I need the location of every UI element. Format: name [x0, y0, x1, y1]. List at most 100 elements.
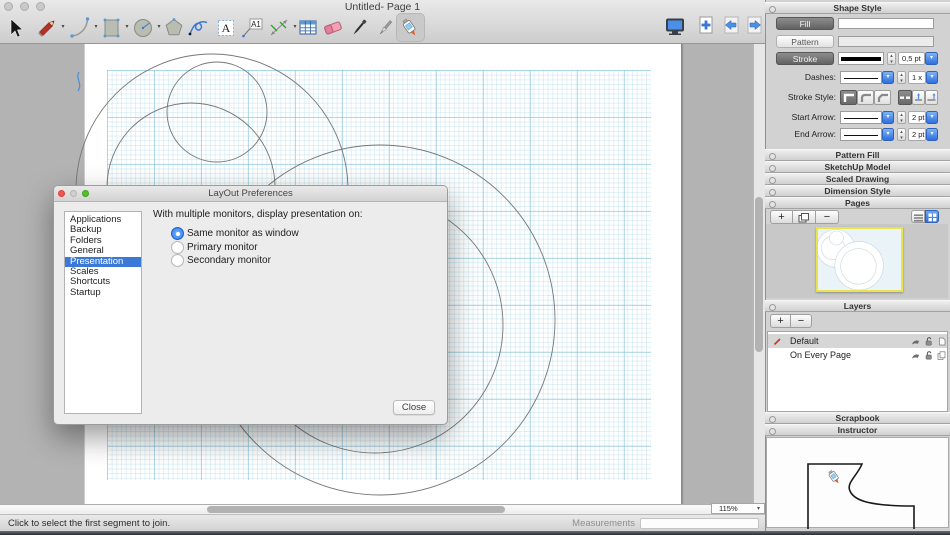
select-tool-button[interactable]	[3, 15, 29, 41]
start-arrow-size-dropdown[interactable]: ▾	[926, 111, 938, 124]
duplicate-page-button[interactable]	[793, 210, 816, 224]
stroke-join-round-button[interactable]	[857, 90, 874, 105]
pattern-fill-title: Pattern Fill	[836, 150, 880, 160]
layer-share-icon[interactable]	[911, 352, 920, 360]
dashes-dropdown[interactable]: ▾	[882, 71, 894, 84]
end-arrow-dropdown[interactable]: ▾	[882, 128, 894, 141]
pen-style-tool-button[interactable]	[372, 15, 398, 41]
circle-tool-button[interactable]	[130, 15, 156, 41]
layer-unlocked-icon[interactable]	[925, 351, 933, 360]
layer-share-icon[interactable]	[911, 338, 920, 346]
next-page-button[interactable]	[745, 15, 765, 37]
scrapbook-header[interactable]: Scrapbook	[765, 412, 950, 424]
radio-primary-monitor[interactable]	[171, 241, 184, 254]
page-grid-view-button[interactable]	[925, 210, 939, 223]
stroke-join-bevel-button[interactable]	[874, 90, 891, 105]
dashes-preview[interactable]	[840, 71, 882, 84]
dialog-zoom-button[interactable]	[82, 190, 89, 197]
add-layer-button[interactable]: +	[770, 314, 791, 328]
stroke-width-dropdown[interactable]: ▾	[925, 52, 938, 65]
end-arrow-size-dropdown[interactable]: ▾	[926, 128, 938, 141]
start-arrow-preview[interactable]	[840, 111, 882, 124]
pattern-button[interactable]: Pattern	[776, 35, 834, 48]
horizontal-scrollbar[interactable]	[0, 504, 765, 514]
horizontal-scrollbar-thumb[interactable]	[207, 506, 505, 513]
dashes-scale-dropdown[interactable]: ▾	[926, 71, 938, 84]
window-zoom-button[interactable]	[36, 2, 45, 11]
dialog-close-button[interactable]	[58, 190, 65, 197]
table-tool-button[interactable]	[295, 15, 321, 41]
dashes-scale-value[interactable]: 1 x	[908, 71, 926, 84]
dimension-tool-button[interactable]	[266, 15, 292, 41]
window-close-button[interactable]	[4, 2, 13, 11]
measurements-input[interactable]	[640, 518, 759, 529]
rectangle-tool-button[interactable]	[99, 15, 125, 41]
vertical-scrollbar-thumb[interactable]	[755, 197, 763, 352]
erase-tool-button[interactable]	[320, 15, 346, 41]
pages-header[interactable]: Pages	[765, 197, 950, 209]
layer-single-page-icon[interactable]	[938, 337, 946, 346]
previous-page-button[interactable]	[721, 15, 741, 37]
window-minimize-button[interactable]	[20, 2, 29, 11]
freehand-tool-button[interactable]	[186, 15, 212, 41]
stroke-button[interactable]: Stroke	[776, 52, 834, 65]
add-page-button[interactable]	[696, 15, 716, 37]
add-page-list-button[interactable]: +	[770, 210, 793, 224]
page-list-view-button[interactable]	[911, 210, 925, 223]
start-arrow-size[interactable]: 2 pt	[908, 111, 926, 124]
stroke-preview-well[interactable]	[838, 52, 884, 65]
circle-icon	[130, 15, 156, 41]
layers-header[interactable]: Layers	[765, 300, 950, 312]
stroke-cap-round-button[interactable]	[912, 90, 925, 105]
measurements-label: Measurements	[540, 515, 635, 532]
radio-same-monitor[interactable]	[171, 227, 184, 240]
stroke-join-miter-button[interactable]	[840, 90, 857, 105]
start-presentation-button[interactable]	[664, 17, 686, 37]
close-button[interactable]: Close	[393, 400, 435, 415]
pattern-fill-header[interactable]: Pattern Fill	[765, 149, 950, 161]
rectangle-icon	[99, 15, 125, 41]
dashes-stepper[interactable]: ▴▾	[897, 71, 906, 84]
line-tool-dropdown-arrow[interactable]: ▾	[59, 23, 67, 31]
start-arrow-stepper[interactable]: ▴▾	[897, 111, 906, 124]
fill-button[interactable]: Fill	[776, 17, 834, 30]
end-arrow-preview[interactable]	[840, 128, 882, 141]
layer-row-on-every-page[interactable]: On Every Page	[768, 348, 947, 362]
polygon-tool-button[interactable]	[161, 15, 187, 41]
dialog-minimize-button[interactable]	[70, 190, 77, 197]
scaled-drawing-header[interactable]: Scaled Drawing	[765, 173, 950, 185]
layer-unlocked-icon[interactable]	[925, 337, 933, 346]
pattern-well[interactable]	[838, 36, 934, 47]
join-tool-button[interactable]	[397, 15, 423, 41]
stroke-width-value[interactable]: 0,5 pt	[898, 52, 925, 65]
end-arrow-stepper[interactable]: ▴▾	[897, 128, 906, 141]
end-arrow-size[interactable]: 2 pt	[908, 128, 926, 141]
start-arrow-dropdown[interactable]: ▾	[882, 111, 894, 124]
page-thumbnail[interactable]	[816, 227, 903, 292]
layer-all-pages-icon[interactable]	[937, 351, 946, 360]
dimension-style-header[interactable]: Dimension Style	[765, 185, 950, 197]
stroke-cap-butt-button[interactable]	[898, 90, 912, 105]
instructor-header[interactable]: Instructor	[765, 424, 950, 436]
preferences-category-list[interactable]: Applications Backup Folders General Pres…	[64, 211, 142, 414]
zoom-control[interactable]: 115% ▾	[711, 503, 765, 514]
style-tool-button[interactable]	[346, 15, 372, 41]
delete-page-button[interactable]: −	[816, 210, 839, 224]
label-tool-button[interactable]: A1	[239, 15, 265, 41]
text-tool-button[interactable]: A	[213, 15, 239, 41]
layer-row-default[interactable]: Default	[768, 334, 947, 348]
category-general[interactable]: General	[65, 246, 141, 256]
radio-secondary-monitor[interactable]	[171, 254, 184, 267]
text-icon: A	[213, 15, 239, 41]
category-startup[interactable]: Startup	[65, 288, 141, 298]
shape-style-header[interactable]: Shape Style	[765, 2, 950, 14]
arc-tool-button[interactable]	[67, 15, 93, 41]
sketchup-model-header[interactable]: SketchUp Model	[765, 161, 950, 173]
delete-layer-button[interactable]: −	[791, 314, 812, 328]
next-page-icon	[745, 15, 765, 37]
line-tool-button[interactable]	[34, 15, 60, 41]
stroke-cap-square-button[interactable]	[925, 90, 938, 105]
disclosure-icon	[769, 428, 776, 435]
fill-color-well[interactable]	[838, 18, 934, 29]
stroke-width-stepper[interactable]: ▴▾	[887, 52, 896, 65]
